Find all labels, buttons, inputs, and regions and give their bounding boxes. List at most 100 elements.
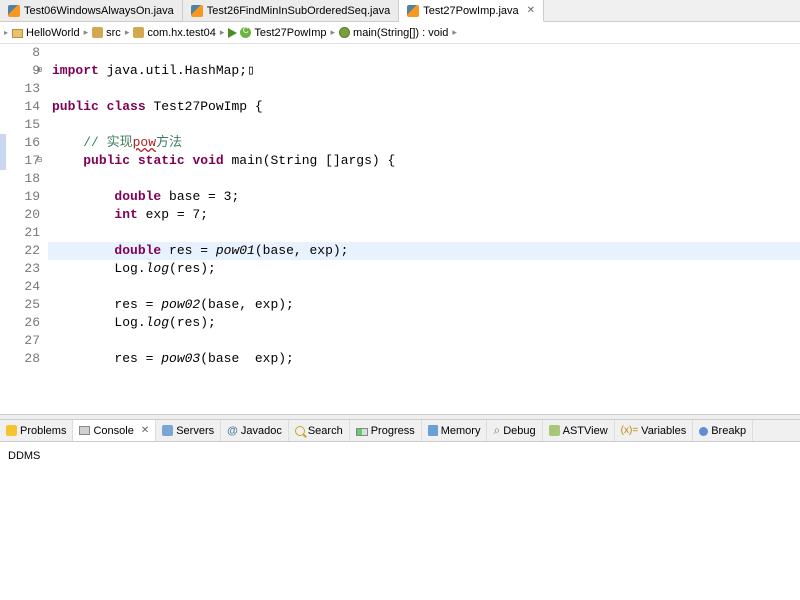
chevron-right-icon[interactable]: ▸ [452,27,457,38]
code-line[interactable]: import java.util.HashMap;▯ [48,62,800,80]
console-text: DDMS [8,450,40,462]
close-icon[interactable]: ✕ [527,5,535,16]
line-number: 17⊟ [6,152,40,170]
view-tab-problems[interactable]: Problems [0,420,73,441]
code-line[interactable]: Log.log(res); [48,314,800,332]
code-line[interactable] [48,278,800,296]
line-number: 28 [6,350,40,368]
code-line[interactable] [48,332,800,350]
breadcrumb-item[interactable]: Test27PowImp [226,27,328,39]
tab-label: Test06WindowsAlwaysOn.java [24,5,174,17]
astview-icon [549,425,560,436]
view-tab-servers[interactable]: Servers [156,420,221,441]
code-line[interactable]: res = pow02(base, exp); [48,296,800,314]
code-line[interactable] [48,80,800,98]
javadoc-icon: @ [227,425,238,437]
view-tab-astview[interactable]: ASTView [543,420,615,441]
code-line[interactable]: // 实现pow方法 [48,134,800,152]
breadcrumb-item[interactable]: HelloWorld [10,27,82,39]
run-icon [228,28,237,38]
breadcrumb-item[interactable]: src [90,27,123,39]
console-icon [79,426,90,435]
view-tab-label: ASTView [563,425,608,437]
view-tab-memory[interactable]: Memory [422,420,488,441]
code-line[interactable] [48,116,800,134]
line-number: 13 [6,80,40,98]
code-line[interactable]: int exp = 7; [48,206,800,224]
code-line[interactable]: public static void main(String []args) { [48,152,800,170]
line-number: 15 [6,116,40,134]
view-tab-variables[interactable]: (x)=Variables [615,420,694,441]
breadcrumb-label: main(String[]) : void [353,27,448,39]
editor-tab[interactable]: Test26FindMinInSubOrderedSeq.java [183,0,399,21]
editor-tabs: Test06WindowsAlwaysOn.java Test26FindMinI… [0,0,800,22]
line-number: 23 [6,260,40,278]
tab-label: Test26FindMinInSubOrderedSeq.java [207,5,390,17]
code-line[interactable] [48,224,800,242]
view-tab-breakp[interactable]: Breakp [693,420,753,441]
variables-icon: (x)= [621,425,639,436]
folder-icon [92,27,103,38]
line-number: 18 [6,170,40,188]
package-icon [133,27,144,38]
progress-icon [356,428,368,436]
close-icon[interactable]: ✕ [141,425,149,436]
chevron-right-icon[interactable]: ▸ [331,27,336,38]
servers-icon [162,425,173,436]
java-file-icon [8,5,20,17]
view-tab-label: Search [308,425,343,437]
breadcrumb-label: com.hx.test04 [147,27,215,39]
console-output[interactable]: DDMS [0,442,800,592]
line-number: 22 [6,242,40,260]
chevron-right-icon[interactable]: ▸ [84,27,89,38]
code-area[interactable]: import java.util.HashMap;▯ public class … [48,44,800,414]
breadcrumb: ▸ HelloWorld▸src▸com.hx.test04▸ Test27Po… [0,22,800,44]
line-number: 19 [6,188,40,206]
view-tab-javadoc[interactable]: @Javadoc [221,420,289,441]
chevron-right-icon[interactable]: ▸ [220,27,225,38]
method-icon [339,27,350,38]
breadcrumb-label: Test27PowImp [254,27,326,39]
breadcrumb-label: src [106,27,121,39]
view-tab-progress[interactable]: Progress [350,420,422,441]
editor-tab[interactable]: Test06WindowsAlwaysOn.java [0,0,183,21]
line-number: 26 [6,314,40,332]
code-line[interactable]: Log.log(res); [48,260,800,278]
view-tab-label: Debug [503,425,535,437]
breadcrumb-item[interactable]: main(String[]) : void [337,27,450,39]
code-editor[interactable]: 89⊞1314151617⊟1819202122232425262728 imp… [0,44,800,414]
code-line[interactable] [48,44,800,62]
code-line[interactable]: res = pow03(base exp); [48,350,800,368]
tab-label: Test27PowImp.java [423,5,518,17]
view-tab-label: Javadoc [241,425,282,437]
code-line[interactable]: double base = 3; [48,188,800,206]
code-line[interactable]: public class Test27PowImp { [48,98,800,116]
java-file-icon [407,5,419,17]
line-number: 9⊞ [6,62,40,80]
view-tab-label: Problems [20,425,66,437]
memory-icon [428,425,438,436]
chevron-right-icon[interactable]: ▸ [4,28,8,37]
line-number: 8 [6,44,40,62]
editor-tab[interactable]: Test27PowImp.java ✕ [399,0,544,22]
view-tab-label: Servers [176,425,214,437]
fold-icon[interactable]: ⊞ [37,62,42,80]
line-number: 21 [6,224,40,242]
view-tab-console[interactable]: Console ✕ [73,420,156,441]
view-tab-debug[interactable]: ⌕Debug [487,420,542,441]
chevron-right-icon[interactable]: ▸ [125,27,130,38]
debug-icon: ⌕ [493,423,500,438]
breadcrumb-item[interactable]: com.hx.test04 [131,27,217,39]
problems-icon [6,425,17,436]
view-tab-label: Progress [371,425,415,437]
line-number: 24 [6,278,40,296]
project-icon [12,29,23,38]
fold-icon[interactable]: ⊟ [37,152,42,170]
java-file-icon [191,5,203,17]
code-line[interactable] [48,170,800,188]
line-number: 27 [6,332,40,350]
view-tab-label: Breakp [711,425,746,437]
code-line[interactable]: double res = pow01(base, exp); [48,242,800,260]
line-number: 20 [6,206,40,224]
view-tab-search[interactable]: Search [289,420,350,441]
